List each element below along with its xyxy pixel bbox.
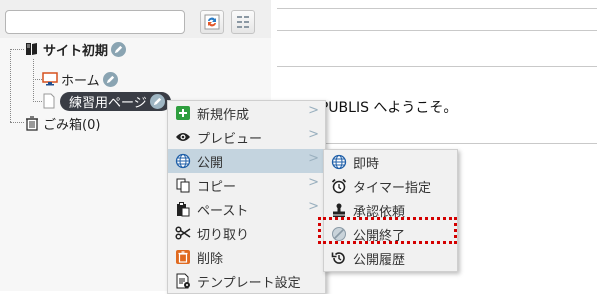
publish-submenu: 即時 タイマー指定 承認依頼 公開終了 公開履歴 (323, 149, 458, 272)
menu-item-cut[interactable]: 切り取り (168, 221, 325, 245)
template-icon (174, 272, 192, 290)
tree-item-practice-page[interactable]: 練習用ページ (42, 91, 171, 111)
menu-label: コピー (197, 179, 237, 195)
book-icon (26, 43, 37, 55)
highlight-annotation (318, 217, 457, 244)
menu-label: プレビュー (197, 131, 263, 147)
tree-label: ごみ箱(0) (43, 117, 101, 133)
refresh-icon (204, 14, 220, 30)
editor-divider (277, 30, 597, 31)
monitor-icon (42, 72, 58, 86)
tree-item-site-root[interactable]: サイト初期 (24, 39, 127, 59)
menu-label: 切り取り (197, 227, 250, 243)
paste-icon (174, 200, 192, 218)
menu-label: 公開履歴 (353, 252, 406, 268)
tree-connector (33, 101, 42, 102)
edit-pencil-icon[interactable] (102, 71, 118, 87)
tree-connector (33, 59, 34, 102)
tree-item-home[interactable]: ホーム (42, 69, 118, 89)
tree-label: ホーム (61, 73, 100, 89)
page-icon (43, 93, 55, 109)
sync-button[interactable] (200, 10, 224, 34)
trash-icon (174, 248, 192, 266)
submenu-arrow: > (308, 127, 319, 142)
copy-icon (174, 176, 192, 194)
tree-connector (10, 122, 24, 123)
scissors-icon (174, 224, 192, 242)
plus-icon (174, 104, 192, 122)
selected-page-label[interactable]: 練習用ページ (60, 91, 171, 111)
edit-pencil-icon[interactable] (149, 93, 165, 109)
trash-bin-icon (26, 116, 38, 131)
tree-connector (33, 79, 42, 80)
menu-label: 新規作成 (197, 107, 250, 123)
grid-icon (237, 16, 249, 28)
menu-item-publish[interactable]: 公開 > (168, 149, 325, 173)
menu-label: 削除 (197, 251, 224, 267)
menu-item-new[interactable]: 新規作成 > (168, 101, 325, 125)
history-icon (330, 249, 348, 267)
submenu-arrow: > (308, 151, 319, 166)
context-menu: 新規作成 > プレビュー > 公開 > コピー > ペースト > 切り取り 削除… (167, 100, 326, 294)
editor-divider (277, 66, 597, 67)
menu-item-copy[interactable]: コピー > (168, 173, 325, 197)
edit-pencil-icon[interactable] (111, 41, 127, 57)
menu-label: 公開 (197, 155, 224, 171)
eye-icon (174, 128, 192, 146)
tree-label: 練習用ページ (69, 95, 147, 111)
search-input[interactable] (5, 10, 185, 34)
submenu-arrow: > (308, 199, 319, 214)
submenu-item-publish-history[interactable]: 公開履歴 (324, 246, 457, 270)
editor-divider (277, 8, 597, 9)
submenu-arrow: > (308, 175, 319, 190)
alarm-clock-icon (330, 177, 348, 195)
submenu-item-timer[interactable]: タイマー指定 (324, 174, 457, 198)
tree-item-trash[interactable]: ごみ箱(0) (24, 113, 100, 133)
menu-item-paste[interactable]: ペースト > (168, 197, 325, 221)
menu-label: 即時 (353, 156, 380, 172)
tree-label: サイト初期 (43, 43, 109, 59)
menu-label: ペースト (197, 203, 249, 219)
menu-item-preview[interactable]: プレビュー > (168, 125, 325, 149)
menu-label: テンプレート設定 (197, 275, 301, 291)
list-view-button[interactable] (231, 10, 255, 34)
tree-connector (10, 49, 11, 122)
globe-icon (174, 152, 192, 170)
submenu-arrow: > (308, 103, 319, 118)
menu-item-delete[interactable]: 削除 (168, 245, 325, 269)
menu-label: タイマー指定 (353, 180, 432, 196)
globe-icon (330, 153, 348, 171)
menu-item-template-settings[interactable]: テンプレート設定 (168, 269, 325, 293)
submenu-item-immediate[interactable]: 即時 (324, 150, 457, 174)
tree-connector (10, 49, 24, 50)
